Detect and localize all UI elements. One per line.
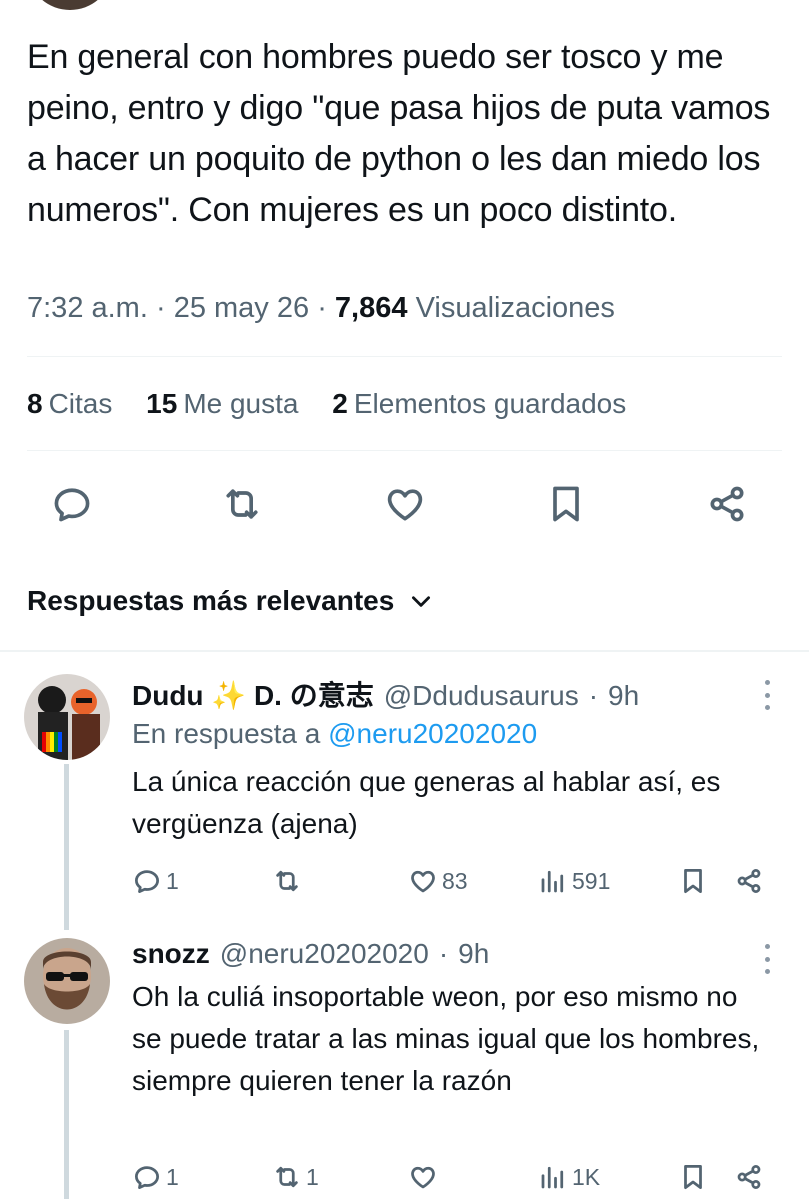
likes-stat[interactable]: 15 Me gusta xyxy=(146,388,298,419)
bookmark-button[interactable] xyxy=(536,474,596,534)
retweet-button[interactable] xyxy=(212,474,272,534)
reply-button[interactable]: 1 xyxy=(132,861,179,901)
bookmarks-label: Elementos guardados xyxy=(353,388,627,419)
reply-text: Oh la culiá insoportable weon, por eso m… xyxy=(132,981,760,1096)
quotes-count: 8 xyxy=(27,388,43,419)
view-count: 1K xyxy=(572,1163,601,1190)
bookmarks-stat[interactable]: 2 Elementos guardados xyxy=(332,388,626,419)
replies-sort-dropdown[interactable]: Respuestas más relevantes xyxy=(27,585,434,617)
like-icon xyxy=(387,489,423,521)
likes-count: 15 xyxy=(146,388,178,419)
views-icon xyxy=(541,870,564,893)
view-count: 591 xyxy=(572,867,611,894)
views-button[interactable]: 591 xyxy=(538,861,610,901)
retweet-icon xyxy=(226,489,258,519)
like-button[interactable]: 83 xyxy=(408,861,468,901)
meta-separator: · xyxy=(438,938,449,969)
like-count: 83 xyxy=(442,867,468,894)
views-button[interactable]: 1K xyxy=(538,1157,600,1197)
divider xyxy=(0,650,809,652)
display-name[interactable]: snozz xyxy=(132,938,210,970)
views-icon xyxy=(541,1166,564,1189)
reply-actions: 1 83 591 xyxy=(0,861,809,901)
meta-separator: · xyxy=(155,292,166,324)
retweet-button[interactable]: 1 xyxy=(272,1157,319,1197)
views-count: 7,864 xyxy=(334,292,408,324)
like-icon xyxy=(411,1166,435,1189)
reply-to-prefix: En respuesta a xyxy=(132,718,321,749)
avatar[interactable] xyxy=(24,938,110,1024)
retweet-button[interactable] xyxy=(272,861,306,901)
reply-to: En respuesta a @neru20202020 xyxy=(132,718,537,750)
reply-actions: 1 1 1K xyxy=(0,1157,809,1197)
username[interactable]: @neru20202020 xyxy=(220,938,429,970)
bookmark-icon xyxy=(684,869,702,893)
share-button[interactable] xyxy=(697,474,757,534)
reply-icon xyxy=(54,488,90,522)
reply-to-handle[interactable]: @neru20202020 xyxy=(328,718,537,749)
reply-time[interactable]: 9h xyxy=(608,680,639,712)
bookmarks-count: 2 xyxy=(332,388,348,419)
share-button[interactable] xyxy=(734,861,764,901)
avatar[interactable] xyxy=(24,674,110,760)
reply-time[interactable]: 9h xyxy=(458,938,489,970)
author-avatar[interactable] xyxy=(30,0,110,10)
share-icon xyxy=(737,1165,761,1189)
tweet-stats: 8 Citas 15 Me gusta 2 Elementos guardados xyxy=(27,388,652,420)
reply-item[interactable]: Dudu ✨ D. の意志 @Ddudusaurus · 9h En respu… xyxy=(0,660,809,930)
reply-count: 1 xyxy=(166,1163,179,1190)
reply-text: La única reacción que generas al hablar … xyxy=(132,766,721,839)
bookmark-icon xyxy=(684,1165,702,1189)
reply-header: Dudu ✨ D. の意志 @Ddudusaurus · 9h xyxy=(132,674,639,714)
reply-icon xyxy=(135,1166,159,1189)
reply-header: snozz @neru20202020 · 9h xyxy=(132,938,489,970)
views-label: Visualizaciones xyxy=(415,292,615,324)
tweet-meta: 7:32 a.m. · 25 may 26 · 7,864 Visualizac… xyxy=(27,292,615,325)
replies-sort-label: Respuestas más relevantes xyxy=(27,585,395,616)
username[interactable]: @Ddudusaurus xyxy=(384,680,579,712)
bookmark-icon xyxy=(553,486,579,522)
share-button[interactable] xyxy=(734,1157,764,1197)
quotes-stat[interactable]: 8 Citas xyxy=(27,388,112,419)
meta-separator: · xyxy=(317,292,327,324)
reply-icon xyxy=(135,870,159,893)
divider xyxy=(27,450,782,451)
like-icon xyxy=(411,870,435,893)
display-name[interactable]: Dudu ✨ D. の意志 xyxy=(132,674,374,714)
like-button[interactable] xyxy=(375,474,435,534)
reply-count: 1 xyxy=(166,867,179,894)
reply-button[interactable]: 1 xyxy=(132,1157,179,1197)
reply-button[interactable] xyxy=(42,474,102,534)
more-options-icon[interactable] xyxy=(755,944,779,974)
bookmark-button[interactable] xyxy=(678,861,708,901)
like-button[interactable] xyxy=(408,1157,442,1197)
tweet-actions xyxy=(0,474,809,534)
tweet-time[interactable]: 7:32 a.m. xyxy=(27,292,148,324)
likes-label: Me gusta xyxy=(183,388,299,419)
share-icon xyxy=(710,486,744,522)
divider xyxy=(27,356,782,357)
more-options-icon[interactable] xyxy=(755,680,779,710)
retweet-icon xyxy=(276,870,298,892)
meta-separator: · xyxy=(588,680,599,711)
retweet-count: 1 xyxy=(306,1163,319,1190)
reply-item[interactable]: snozz @neru20202020 · 9h Oh la culiá ins… xyxy=(0,930,809,1199)
thread-line xyxy=(64,764,69,930)
tweet-text: En general con hombres puedo ser tosco y… xyxy=(27,38,771,229)
quotes-label: Citas xyxy=(48,388,113,419)
chevron-down-icon xyxy=(412,596,431,607)
share-icon xyxy=(737,869,761,893)
tweet-date[interactable]: 25 may 26 xyxy=(174,292,309,324)
bookmark-button[interactable] xyxy=(678,1157,708,1197)
retweet-icon xyxy=(276,1166,298,1188)
